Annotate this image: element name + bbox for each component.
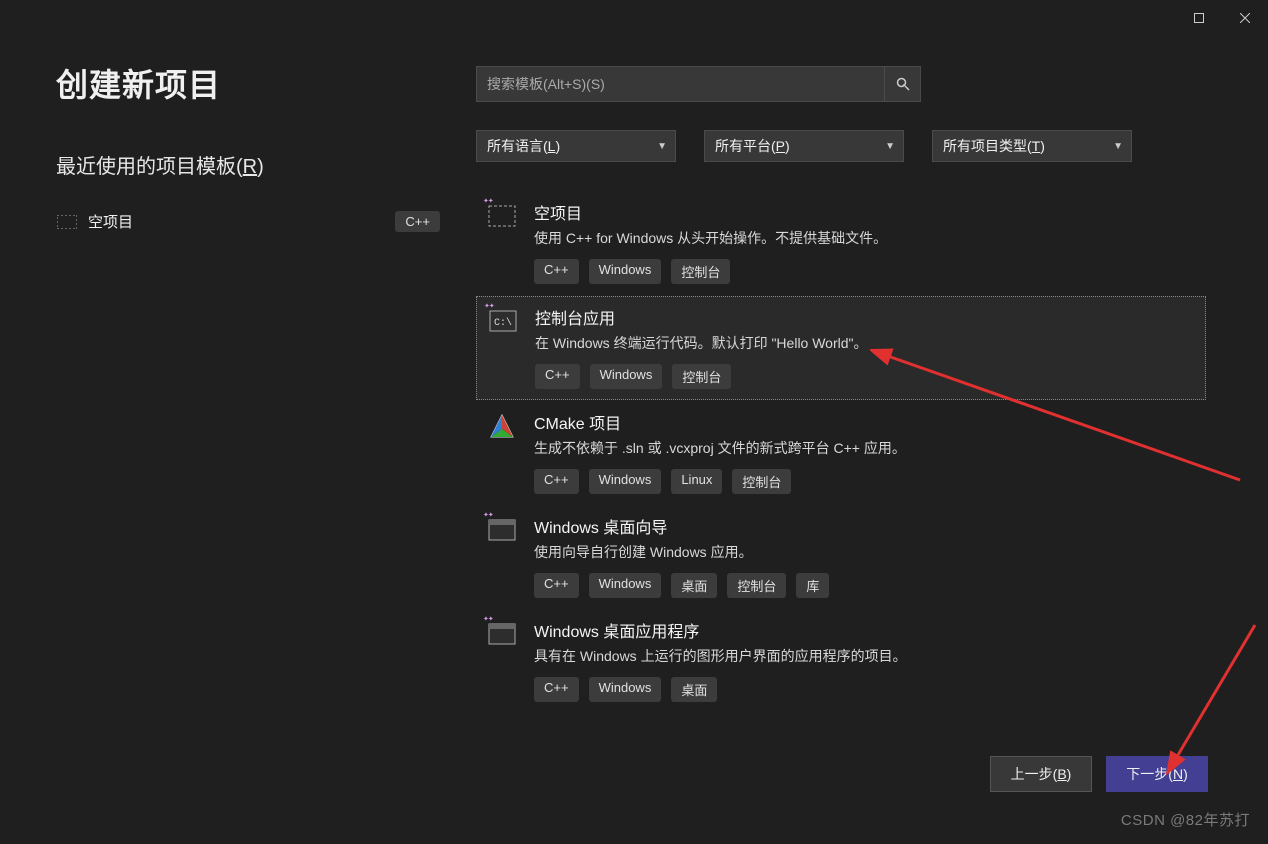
footer-buttons: 上一步(B) 下一步(N) — [990, 756, 1208, 792]
main-content: 创建新项目 最近使用的项目模板(R) 空项目 C++ 所有语言(L) — [0, 36, 1268, 784]
template-item[interactable]: ✦✦ Windows 桌面应用程序具有在 Windows 上运行的图形用户界面的应… — [476, 610, 1206, 712]
template-body: Windows 桌面向导使用向导自行创建 Windows 应用。 C++ Windo… — [534, 514, 1196, 598]
template-tag: C++ — [534, 259, 579, 284]
template-tag: C++ — [534, 677, 579, 702]
template-tag: C++ — [535, 364, 580, 389]
recent-item[interactable]: 空项目 C++ — [56, 207, 476, 236]
watermark: CSDN @82年苏打 — [1121, 809, 1250, 830]
template-description: 生成不依赖于 .sln 或 .vcxproj 文件的新式跨平台 C++ 应用。 — [534, 438, 1196, 459]
template-tag: Linux — [671, 469, 722, 494]
search-button[interactable] — [884, 66, 920, 102]
chevron-down-icon: ▼ — [885, 141, 895, 152]
desktop-app-icon: ✦✦ — [486, 618, 518, 650]
dropdown-label: 所有平台(P) — [715, 136, 885, 156]
template-list: ✦✦ 空项目使用 C++ for Windows 从头开始操作。不提供基础文件。 C… — [476, 192, 1226, 712]
template-item[interactable]: ✦✦Windows 桌面向导使用向导自行创建 Windows 应用。C++Win… — [476, 506, 1206, 608]
template-tag: Windows — [589, 259, 662, 284]
left-panel: 创建新项目 最近使用的项目模板(R) 空项目 C++ — [56, 60, 476, 784]
template-item[interactable]: CMake 项目生成不依赖于 .sln 或 .vcxproj 文件的新式跨平台 … — [476, 402, 1206, 504]
empty-project-icon — [56, 214, 78, 230]
project-type-dropdown[interactable]: 所有项目类型(T) ▼ — [932, 130, 1132, 162]
template-tag: Windows — [589, 573, 662, 598]
console-app-icon: ✦✦C:\ — [487, 305, 519, 337]
dropdown-label: 所有语言(L) — [487, 136, 657, 156]
template-tags: C++ Windows 控制台 — [534, 259, 1196, 284]
desktop-wizard-icon: ✦✦ — [486, 514, 518, 546]
template-tag: Windows — [589, 677, 662, 702]
search-input[interactable] — [477, 76, 884, 92]
template-title: CMake 项目 — [534, 410, 1196, 434]
template-title: Windows 桌面向导 — [534, 514, 1196, 538]
template-tag: 桌面 — [671, 677, 717, 702]
right-panel: 所有语言(L) ▼ 所有平台(P) ▼ 所有项目类型(T) ▼ ✦✦ 空项目使用 … — [476, 60, 1226, 784]
platform-dropdown[interactable]: 所有平台(P) ▼ — [704, 130, 904, 162]
maximize-button[interactable] — [1176, 2, 1222, 34]
template-tag: 控制台 — [732, 469, 791, 494]
recent-heading: 最近使用的项目模板(R) — [56, 150, 476, 179]
svg-text:C:\: C:\ — [494, 317, 512, 329]
template-item[interactable]: ✦✦ 空项目使用 C++ for Windows 从头开始操作。不提供基础文件。 C… — [476, 192, 1206, 294]
titlebar — [0, 0, 1268, 36]
template-tag: 库 — [796, 573, 829, 598]
template-tags: C++ Windows 桌面控制台库 — [534, 573, 1196, 598]
chevron-down-icon: ▼ — [657, 141, 667, 152]
filter-row: 所有语言(L) ▼ 所有平台(P) ▼ 所有项目类型(T) ▼ — [476, 130, 1226, 162]
chevron-down-icon: ▼ — [1113, 141, 1123, 152]
back-button[interactable]: 上一步(B) — [990, 756, 1092, 792]
cmake-icon — [486, 410, 518, 442]
template-tags: C++ Windows Linux 控制台 — [534, 469, 1196, 494]
template-body: Windows 桌面应用程序具有在 Windows 上运行的图形用户界面的应用程… — [534, 618, 1196, 702]
empty-project-icon: ✦✦ — [486, 200, 518, 232]
language-dropdown[interactable]: 所有语言(L) ▼ — [476, 130, 676, 162]
template-tag: C++ — [534, 573, 579, 598]
template-tag: Windows — [590, 364, 663, 389]
recent-item-name: 空项目 — [88, 211, 395, 232]
template-title: Windows 桌面应用程序 — [534, 618, 1196, 642]
template-tag: 桌面 — [671, 573, 717, 598]
dropdown-label: 所有项目类型(T) — [943, 136, 1113, 156]
search-icon — [896, 77, 910, 91]
template-body: 控制台应用在 Windows 终端运行代码。默认打印 "Hello World"… — [535, 305, 1195, 389]
template-body: CMake 项目生成不依赖于 .sln 或 .vcxproj 文件的新式跨平台 … — [534, 410, 1196, 494]
close-button[interactable] — [1222, 2, 1268, 34]
template-body: 空项目使用 C++ for Windows 从头开始操作。不提供基础文件。 C++… — [534, 200, 1196, 284]
search-box[interactable] — [476, 66, 921, 102]
template-item[interactable]: ✦✦C:\ 控制台应用在 Windows 终端运行代码。默认打印 "Hello W… — [476, 296, 1206, 400]
next-button[interactable]: 下一步(N) — [1106, 756, 1208, 792]
template-description: 具有在 Windows 上运行的图形用户界面的应用程序的项目。 — [534, 646, 1196, 667]
template-tag: Windows — [589, 469, 662, 494]
template-tags: C++ Windows 控制台 — [535, 364, 1195, 389]
template-title: 空项目 — [534, 200, 1196, 224]
template-title: 控制台应用 — [535, 305, 1195, 329]
recent-item-tag: C++ — [395, 211, 440, 232]
template-tag: 控制台 — [727, 573, 786, 598]
template-tag: C++ — [534, 469, 579, 494]
page-title: 创建新项目 — [56, 60, 476, 106]
template-tag: 控制台 — [672, 364, 731, 389]
template-description: 使用 C++ for Windows 从头开始操作。不提供基础文件。 — [534, 228, 1196, 249]
template-tags: C++ Windows 桌面 — [534, 677, 1196, 702]
template-tag: 控制台 — [671, 259, 730, 284]
template-description: 使用向导自行创建 Windows 应用。 — [534, 542, 1196, 563]
template-description: 在 Windows 终端运行代码。默认打印 "Hello World"。 — [535, 333, 1195, 354]
